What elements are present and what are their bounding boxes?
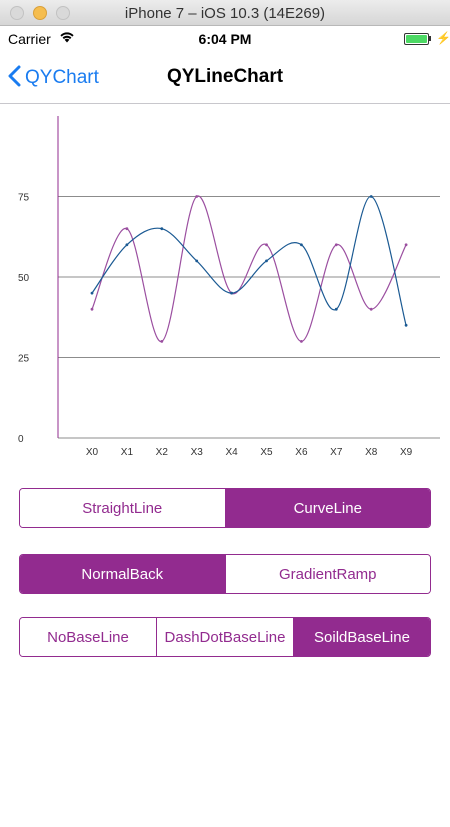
window-title: iPhone 7 – iOS 10.3 (14E269) [124, 5, 326, 22]
nav-title: QYLineChart [166, 66, 284, 87]
data-point [334, 243, 338, 247]
data-point [265, 259, 268, 263]
baseline-segmented-control: NoBaseLine DashDotBaseLine SoildBaseLine [19, 617, 431, 657]
line-style-segmented-control: StraightLine CurveLine [19, 488, 431, 528]
data-point [160, 340, 164, 343]
battery-icon [404, 33, 429, 45]
y-tick-label: 75 [18, 193, 30, 204]
simulator-title-bar: iPhone 7 – iOS 10.3 (14E269) [0, 0, 450, 26]
data-point [195, 195, 199, 198]
battery-cap [429, 36, 431, 41]
charging-icon: ⚡ [436, 31, 450, 45]
x-tick-label: X7 [330, 447, 343, 458]
data-point [265, 243, 268, 247]
series-line-2 [91, 195, 407, 326]
y-tick-label: 50 [18, 273, 30, 284]
data-point [369, 195, 373, 198]
x-tick-label: X2 [156, 447, 169, 458]
segment-curveline[interactable]: CurveLine [224, 489, 430, 527]
x-tick-label: X8 [365, 447, 378, 458]
data-point [334, 307, 338, 311]
data-point [195, 259, 199, 263]
x-tick-label: X3 [191, 447, 204, 458]
x-tick-label: X0 [86, 447, 99, 458]
status-time: 6:04 PM [198, 31, 252, 47]
data-point [125, 243, 129, 247]
x-tick-label: X6 [295, 447, 308, 458]
y-tick-label: 25 [18, 354, 30, 365]
series-line-1 [91, 195, 407, 343]
y-tick-label: 0 [18, 434, 24, 445]
data-point [404, 243, 408, 247]
data-point [404, 323, 408, 327]
navigation-bar: QYChart QYLineChart [0, 52, 450, 104]
segment-straightline[interactable]: StraightLine [20, 489, 225, 527]
data-point [369, 307, 373, 311]
segment-soildbaseline[interactable]: SoildBaseLine [293, 618, 430, 656]
line-chart: 0 25 50 75 X0 X1 X2 X3 X4 X5 X6 X7 X8 X9 [18, 116, 440, 458]
data-point [230, 291, 234, 295]
segment-nobaseline[interactable]: NoBaseLine [20, 618, 156, 656]
segment-normalback[interactable]: NormalBack [20, 555, 225, 593]
data-point [160, 227, 164, 231]
status-bar: Carrier 6:04 PM ⚡ [0, 26, 450, 52]
background-segmented-control: NormalBack GradientRamp [19, 554, 431, 594]
segment-gradientramp[interactable]: GradientRamp [224, 555, 430, 593]
data-point [90, 307, 94, 311]
x-tick-label: X9 [400, 447, 413, 458]
data-point [90, 291, 94, 295]
data-point [300, 243, 303, 247]
data-point [125, 227, 129, 231]
x-tick-label: X5 [260, 447, 273, 458]
x-tick-label: X4 [225, 447, 238, 458]
data-point [300, 340, 303, 343]
x-tick-label: X1 [121, 447, 134, 458]
segment-dashdotbaseline[interactable]: DashDotBaseLine [156, 618, 293, 656]
